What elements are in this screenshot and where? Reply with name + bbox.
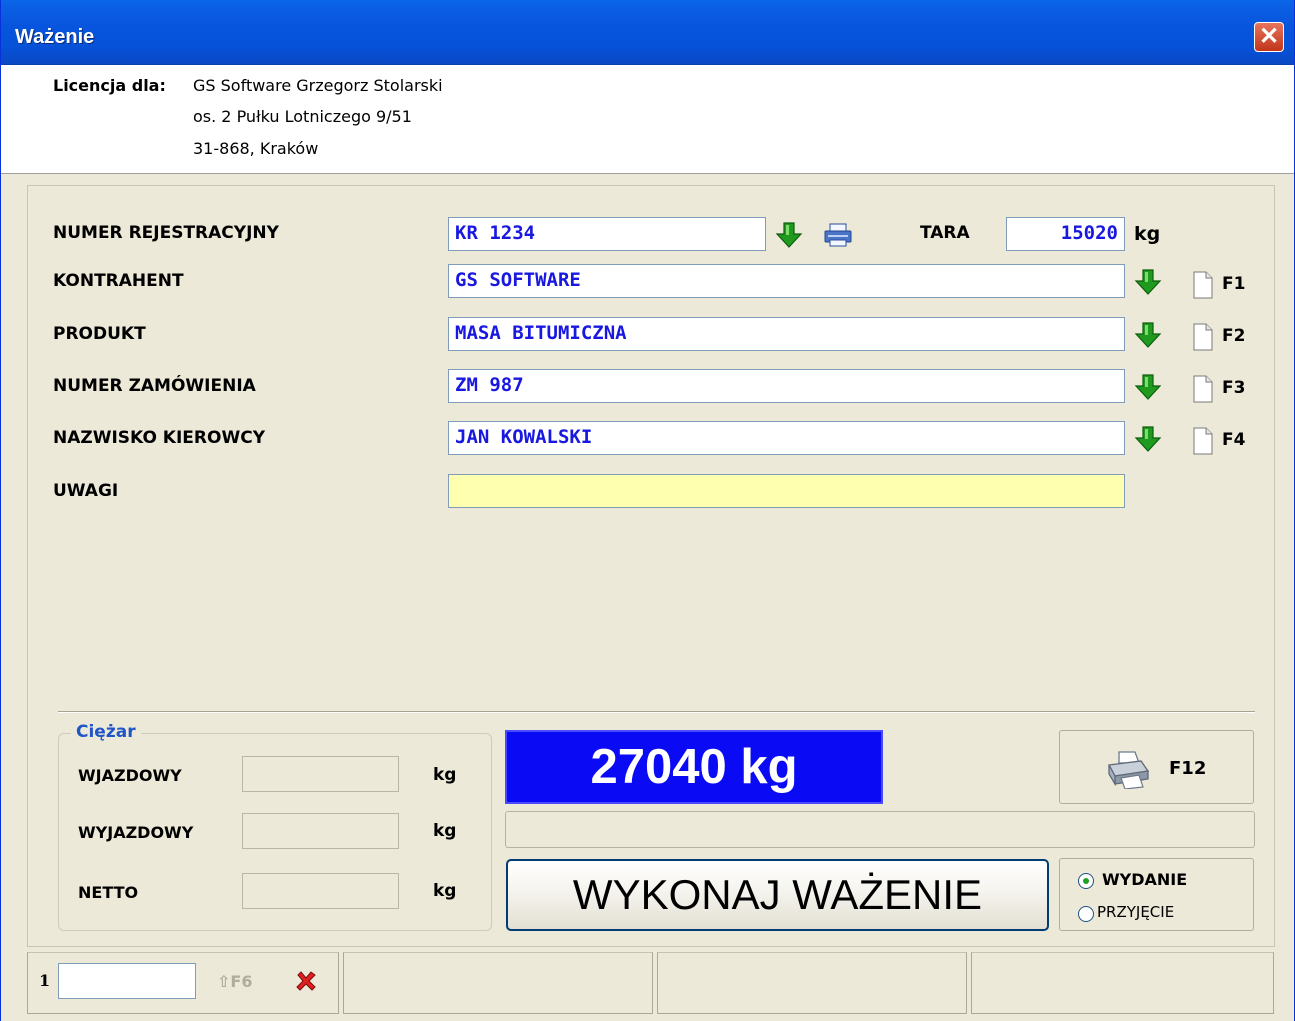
statusbar-number: 1 — [39, 971, 51, 990]
up-arrow-icon: ⇧ — [217, 972, 231, 991]
printer-icon[interactable] — [823, 222, 853, 248]
driver-input[interactable]: JAN KOWALSKI — [448, 421, 1125, 455]
radio-selected-dot — [1083, 878, 1089, 884]
close-icon: ✕ — [1258, 23, 1280, 50]
registration-label: NUMER REJESTRACYJNY — [53, 223, 279, 243]
print-button[interactable] — [1059, 730, 1254, 804]
radio-issue-label[interactable]: WYDANIE — [1102, 870, 1187, 889]
tara-input[interactable]: 15020 — [1006, 217, 1125, 251]
window-title: Ważenie — [15, 26, 95, 48]
product-input[interactable]: MASA BITUMICZNA — [448, 317, 1125, 351]
weight-display: 27040 kg — [505, 730, 883, 804]
product-key-label: F2 — [1222, 326, 1246, 346]
title-bar[interactable]: Ważenie ✕ — [1, 0, 1294, 65]
order-document-icon[interactable] — [1191, 374, 1215, 404]
driver-document-icon[interactable] — [1191, 426, 1215, 456]
order-lookup-arrow-icon[interactable] — [1134, 373, 1162, 401]
status-field — [505, 811, 1255, 848]
tara-unit: kg — [1134, 223, 1161, 245]
weigh-button[interactable]: WYKONAJ WAŻENIE — [506, 859, 1049, 931]
net-weight-label: NETTO — [78, 883, 139, 902]
license-line-street: os. 2 Pułku Lotniczego 9/51 — [193, 107, 412, 126]
up-f6-label: F6 — [230, 972, 253, 991]
separator — [58, 711, 1255, 713]
license-header: Licencja dla: GS Software Grzegorz Stola… — [1, 65, 1294, 174]
contractor-input[interactable]: GS SOFTWARE — [448, 264, 1125, 298]
driver-key-label: F4 — [1222, 430, 1246, 450]
exit-weight-label: WYJAZDOWY — [78, 823, 194, 842]
print-large-icon — [1107, 751, 1150, 789]
license-line-name: GS Software Grzegorz Stolarski — [193, 76, 443, 95]
statusbar-panel-4 — [971, 952, 1274, 1014]
product-document-icon[interactable] — [1191, 322, 1215, 352]
net-weight-field — [242, 873, 399, 909]
registration-input[interactable]: KR 1234 — [448, 217, 766, 251]
registration-lookup-arrow-icon[interactable] — [775, 221, 803, 249]
order-key-label: F3 — [1222, 378, 1246, 398]
radio-receipt[interactable] — [1078, 906, 1094, 922]
entry-weight-field — [242, 756, 399, 792]
tara-label: TARA — [920, 223, 970, 243]
up-f6-button[interactable]: ⇧F6 — [217, 972, 252, 991]
radio-issue[interactable] — [1078, 873, 1094, 889]
print-key-label: F12 — [1169, 758, 1207, 779]
product-label: PRODUKT — [53, 324, 146, 344]
entry-weight-label: WJAZDOWY — [78, 766, 182, 785]
license-line-city: 31-868, Kraków — [193, 139, 319, 158]
product-lookup-arrow-icon[interactable] — [1134, 321, 1162, 349]
exit-weight-field — [242, 813, 399, 849]
statusbar-panel-2 — [343, 952, 653, 1014]
contractor-document-icon[interactable] — [1191, 270, 1215, 300]
weighing-window: Ważenie ✕ Licencja dla: GS Software Grze… — [0, 0, 1295, 1021]
weight-group-label: Ciężar — [71, 722, 141, 742]
exit-weight-unit: kg — [433, 821, 457, 841]
order-label: NUMER ZAMÓWIENIA — [53, 376, 256, 396]
statusbar-panel-3 — [657, 952, 967, 1014]
contractor-lookup-arrow-icon[interactable] — [1134, 268, 1162, 296]
contractor-key-label: F1 — [1222, 274, 1246, 294]
notes-label: UWAGI — [53, 481, 119, 501]
driver-lookup-arrow-icon[interactable] — [1134, 425, 1162, 453]
radio-receipt-label[interactable]: PRZYJĘCIE — [1097, 903, 1174, 921]
delete-red-x-icon[interactable] — [295, 970, 317, 992]
net-weight-unit: kg — [433, 881, 457, 901]
contractor-label: KONTRAHENT — [53, 271, 184, 291]
license-label: Licencja dla: — [53, 76, 166, 95]
statusbar-input[interactable] — [58, 963, 196, 999]
order-input[interactable]: ZM 987 — [448, 369, 1125, 403]
close-button[interactable]: ✕ — [1254, 22, 1284, 52]
notes-input[interactable] — [448, 474, 1125, 508]
entry-weight-unit: kg — [433, 765, 457, 785]
driver-label: NAZWISKO KIEROWCY — [53, 428, 266, 448]
